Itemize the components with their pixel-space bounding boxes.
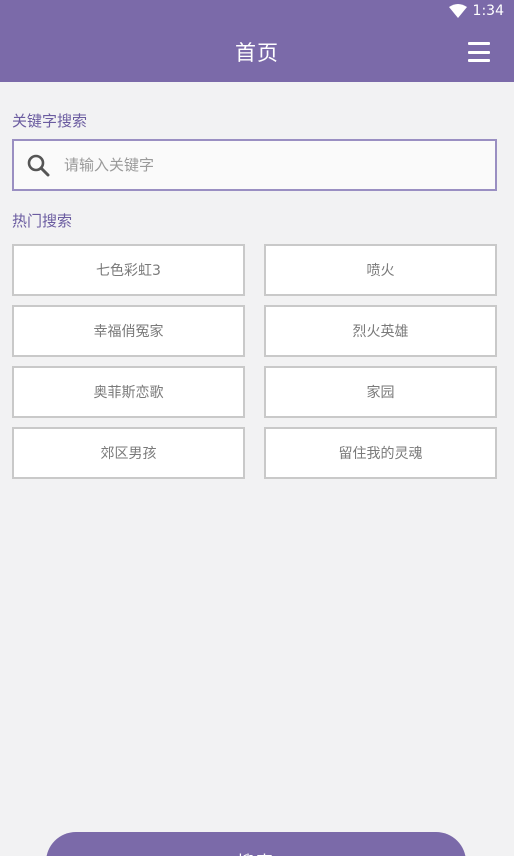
page-title: 首页	[235, 41, 279, 65]
app-screen: 1:34 首页 关键字搜索 热门搜索 七色彩虹3 喷火 幸福俏冤家 烈火英雄 奥…	[0, 0, 514, 856]
status-bar: 1:34	[0, 0, 514, 22]
hot-search-item[interactable]: 家园	[264, 366, 497, 418]
wifi-icon	[448, 4, 467, 18]
search-button[interactable]: 搜索	[46, 832, 466, 856]
hot-search-item[interactable]: 幸福俏冤家	[12, 305, 245, 357]
hot-search-item[interactable]: 七色彩虹3	[12, 244, 245, 296]
search-input[interactable]	[64, 156, 484, 174]
hot-search-grid: 七色彩虹3 喷火 幸福俏冤家 烈火英雄 奥菲斯恋歌 家园 郊区男孩 留住我的灵魂	[12, 244, 497, 479]
menu-bar-middle	[468, 50, 490, 54]
app-bar: 首页	[0, 22, 514, 82]
hot-search-item[interactable]: 留住我的灵魂	[264, 427, 497, 479]
hamburger-menu-icon[interactable]	[466, 39, 492, 65]
hot-search-label: 热门搜索	[12, 212, 73, 230]
hot-search-item[interactable]: 喷火	[264, 244, 497, 296]
keyword-search-label: 关键字搜索	[12, 112, 88, 130]
search-icon	[27, 154, 50, 177]
hot-search-item[interactable]: 郊区男孩	[12, 427, 245, 479]
hot-search-item[interactable]: 烈火英雄	[264, 305, 497, 357]
menu-bar-top	[468, 42, 490, 45]
hot-search-item[interactable]: 奥菲斯恋歌	[12, 366, 245, 418]
search-box[interactable]	[12, 139, 497, 191]
menu-bar-bottom	[468, 59, 490, 62]
status-time: 1:34	[472, 3, 504, 19]
